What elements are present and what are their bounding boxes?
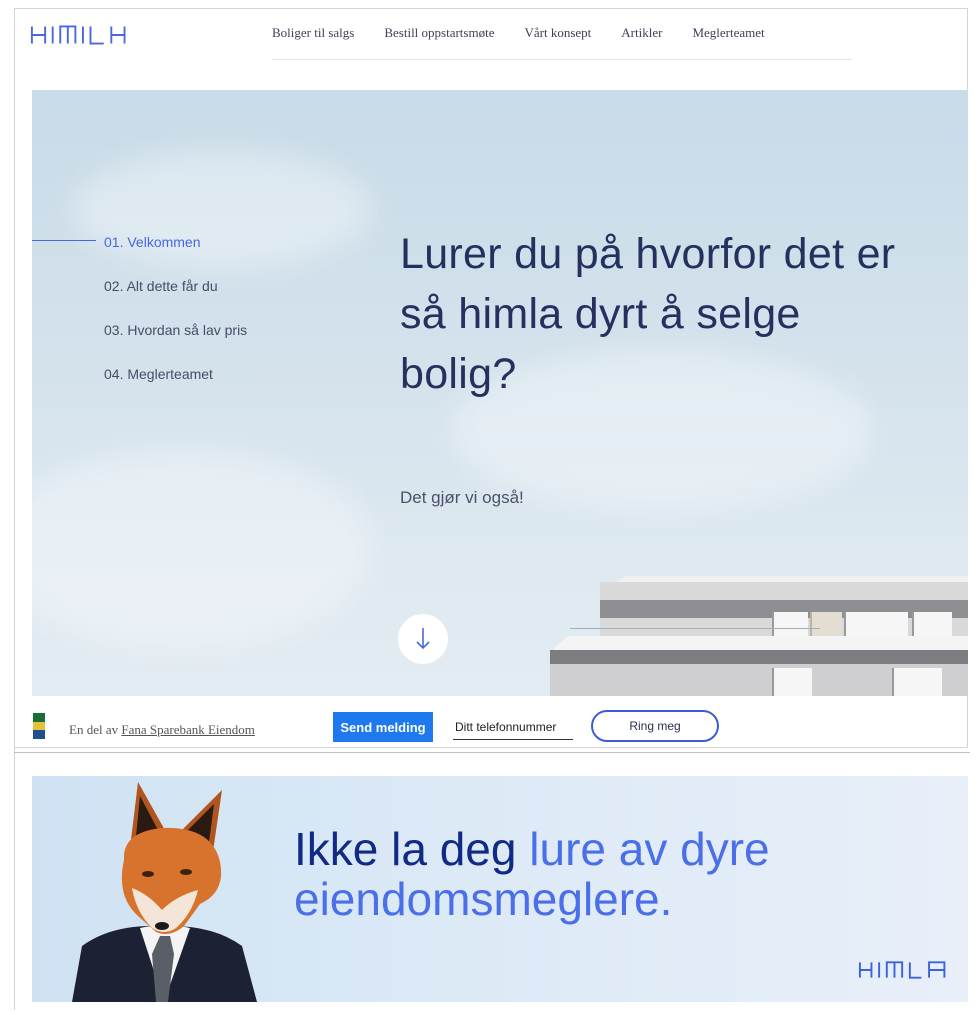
- contact-bar: En del av Fana Sparebank Eiendom Send me…: [15, 696, 967, 746]
- building-window: [772, 612, 808, 640]
- main-nav: Boliger til salgs Bestill oppstartsmøte …: [272, 18, 852, 60]
- side-nav-item-meglerteamet[interactable]: 04. Meglerteamet: [104, 364, 247, 408]
- parent-company-text: En del av Fana Sparebank Eiendom: [69, 722, 255, 738]
- building-slab-shadow: [550, 650, 968, 664]
- scroll-down-button[interactable]: [398, 614, 448, 664]
- promo-banner: Ikke la deg lure av dyre eiendomsmeglere…: [32, 776, 968, 1002]
- side-nav-indicator: [32, 240, 96, 241]
- side-nav-item-alt-dette[interactable]: 02. Alt dette får du: [104, 276, 247, 320]
- side-nav-item-hvordan[interactable]: 03. Hvordan så lav pris: [104, 320, 247, 364]
- building-window: [844, 612, 908, 640]
- section-nav: 01. Velkommen 02. Alt dette får du 03. H…: [104, 232, 247, 408]
- fana-sparebank-link[interactable]: Fana Sparebank Eiendom: [121, 722, 255, 737]
- phone-input[interactable]: [453, 714, 573, 740]
- building-panel: [810, 612, 842, 640]
- side-nav-item-velkommen[interactable]: 01. Velkommen: [104, 232, 247, 276]
- section-divider: [14, 752, 970, 753]
- nav-item-meglerteamet[interactable]: Meglerteamet: [692, 25, 764, 41]
- send-message-button[interactable]: Send melding: [333, 712, 433, 742]
- nav-item-oppstartsmote[interactable]: Bestill oppstartsmøte: [384, 25, 494, 41]
- balcony-rail: [570, 628, 820, 629]
- frame-edge: [14, 748, 15, 1010]
- arrow-down-icon: [416, 628, 430, 650]
- nav-item-artikler[interactable]: Artikler: [621, 25, 662, 41]
- call-me-button[interactable]: Ring meg: [591, 710, 719, 742]
- himla-logo: [858, 961, 946, 979]
- hero-section: 01. Velkommen 02. Alt dette får du 03. H…: [32, 90, 968, 696]
- fana-sparebank-logo: [33, 713, 45, 739]
- building-window: [912, 612, 952, 640]
- cloud: [32, 450, 372, 650]
- himla-logo[interactable]: [30, 24, 134, 46]
- hero-subtitle: Det gjør vi også!: [400, 488, 524, 507]
- banner-title: Ikke la deg lure av dyre eiendomsmeglere…: [294, 824, 914, 924]
- hero-title: Lurer du på hvorfor det er så himla dyrt…: [400, 230, 896, 398]
- nav-item-boliger[interactable]: Boliger til salgs: [272, 25, 354, 41]
- building-window: [772, 668, 812, 696]
- parent-company-prefix: En del av: [69, 722, 119, 737]
- fox-illustration: [72, 782, 257, 1002]
- building-window: [892, 668, 942, 696]
- nav-item-konsept[interactable]: Vårt konsept: [524, 25, 591, 41]
- banner-title-dark: Ikke la deg: [294, 823, 517, 875]
